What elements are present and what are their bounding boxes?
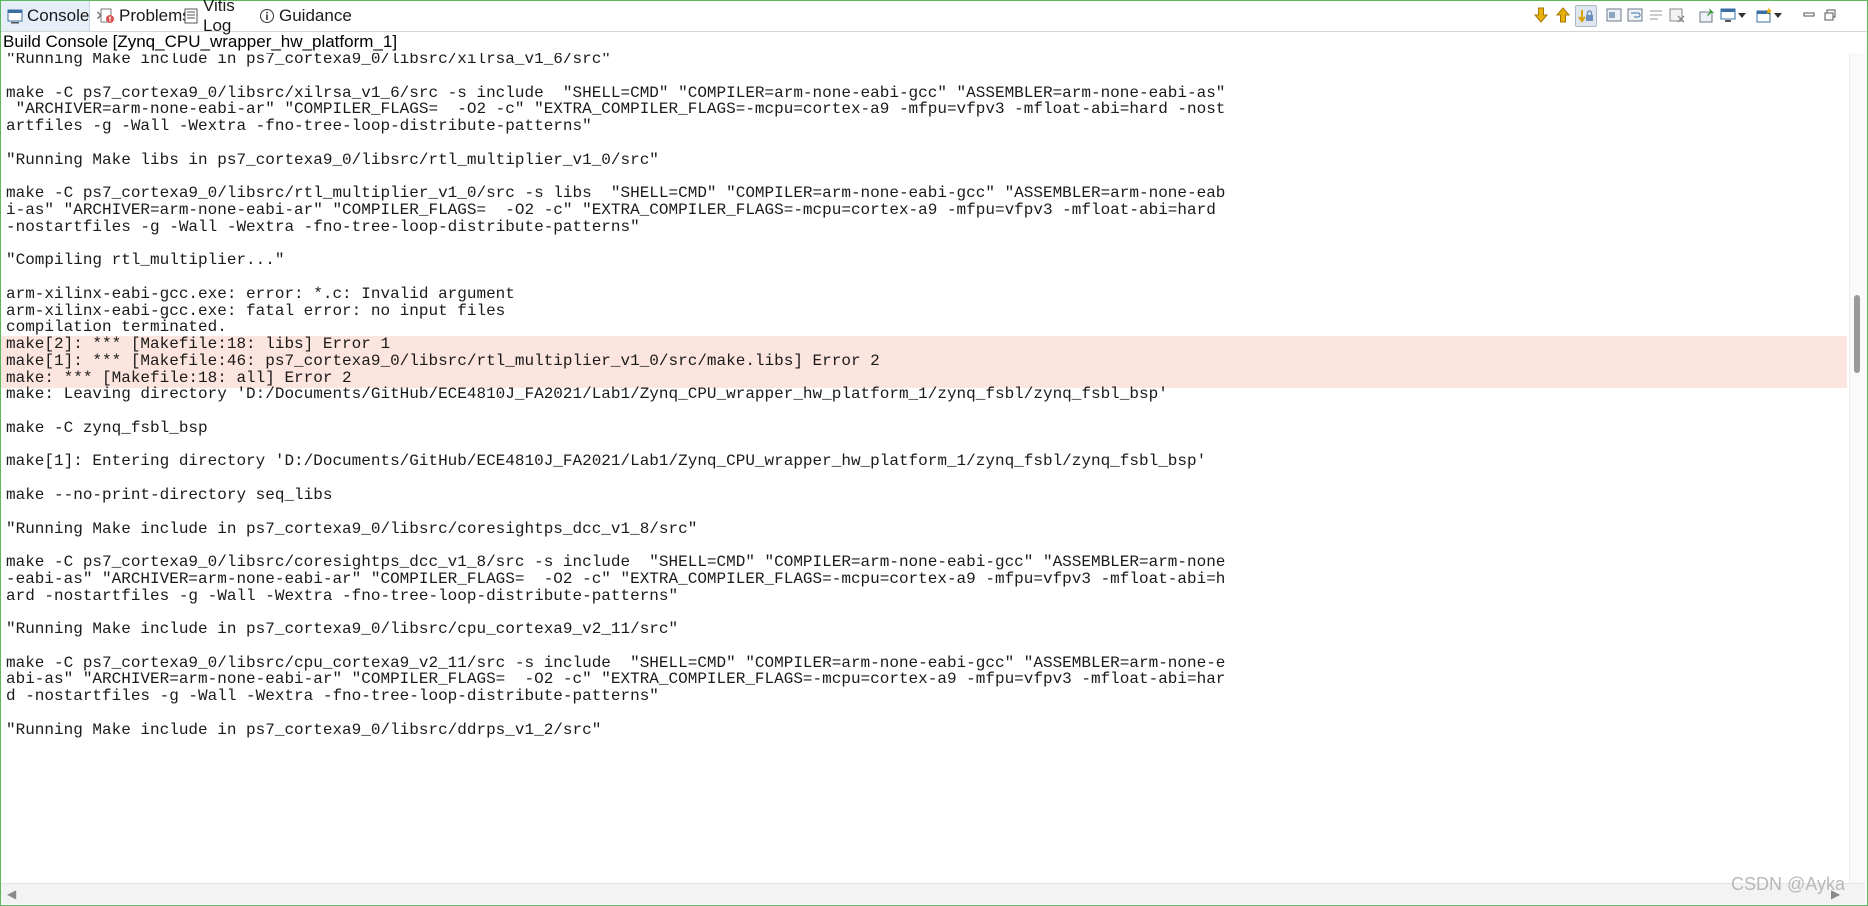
console-title: Build Console [Zynq_CPU_wrapper_hw_platf… xyxy=(3,32,398,51)
tab-vitis-log-label: Vitis Log xyxy=(203,0,235,35)
scroll-down-icon[interactable] xyxy=(1532,6,1550,24)
console-line: d -nostartfiles -g -Wall -Wextra -fno-tr… xyxy=(6,687,659,705)
minimize-icon[interactable] xyxy=(1800,6,1818,24)
console-output[interactable]: "Running Make include in ps7_cortexa9_0/… xyxy=(1,53,1847,883)
view-tab-bar: Console ✕ Problems Vitis Log Guidance xyxy=(1,0,1867,35)
display-console-icon[interactable] xyxy=(1719,6,1737,24)
maximize-icon[interactable] xyxy=(1821,6,1839,24)
console-icon xyxy=(7,8,23,24)
tab-guidance[interactable]: Guidance xyxy=(253,1,352,31)
console-line: make[1]: Entering directory 'D:/Document… xyxy=(6,452,1207,470)
watermark: CSDN @Ayka xyxy=(1731,874,1845,894)
console-view: Console ✕ Problems Vitis Log Guidance xyxy=(0,0,1868,906)
scroll-lock-icon[interactable] xyxy=(1575,5,1597,27)
console-line: make -C zynq_fsbl_bsp xyxy=(6,419,208,437)
scroll-left-arrow-icon[interactable]: ◀ xyxy=(7,887,16,901)
console-line: make: Leaving directory 'D:/Documents/Gi… xyxy=(6,385,1168,403)
console-line: "Compiling rtl_multiplier..." xyxy=(6,251,285,269)
word-wrap-icon[interactable] xyxy=(1626,6,1644,24)
console-line: "Running Make include in ps7_cortexa9_0/… xyxy=(6,620,679,638)
vertical-scroll-thumb[interactable] xyxy=(1854,295,1860,373)
console-line: "Running Make include in ps7_cortexa9_0/… xyxy=(6,721,602,739)
console-line: "Running Make include in ps7_cortexa9_0/… xyxy=(6,53,611,68)
vertical-scrollbar[interactable] xyxy=(1849,53,1866,883)
new-console-menu-icon[interactable] xyxy=(1772,6,1784,24)
scroll-up-icon[interactable] xyxy=(1554,6,1572,24)
pin-icon[interactable] xyxy=(1698,6,1716,24)
new-console-icon[interactable] xyxy=(1755,6,1773,24)
horizontal-scrollbar[interactable]: ◀ ▶ xyxy=(1,883,1865,904)
info-icon xyxy=(259,8,275,24)
remove-icon[interactable] xyxy=(1668,6,1686,24)
console-line: artfiles -g -Wall -Wextra -fno-tree-loop… xyxy=(6,117,592,135)
show-on-output-icon[interactable] xyxy=(1647,6,1665,24)
clear-console-icon[interactable] xyxy=(1605,6,1623,24)
console-line: make --no-print-directory seq_libs xyxy=(6,486,333,504)
tab-guidance-label: Guidance xyxy=(279,6,352,25)
tab-vitis-log[interactable]: Vitis Log xyxy=(177,0,253,35)
tab-console-label: Console xyxy=(27,6,90,25)
problems-icon xyxy=(99,8,115,24)
tab-console[interactable]: Console ✕ xyxy=(1,1,106,31)
tab-problems[interactable]: Problems xyxy=(93,1,191,31)
log-icon xyxy=(183,8,199,24)
display-console-menu-icon[interactable] xyxy=(1736,6,1748,24)
